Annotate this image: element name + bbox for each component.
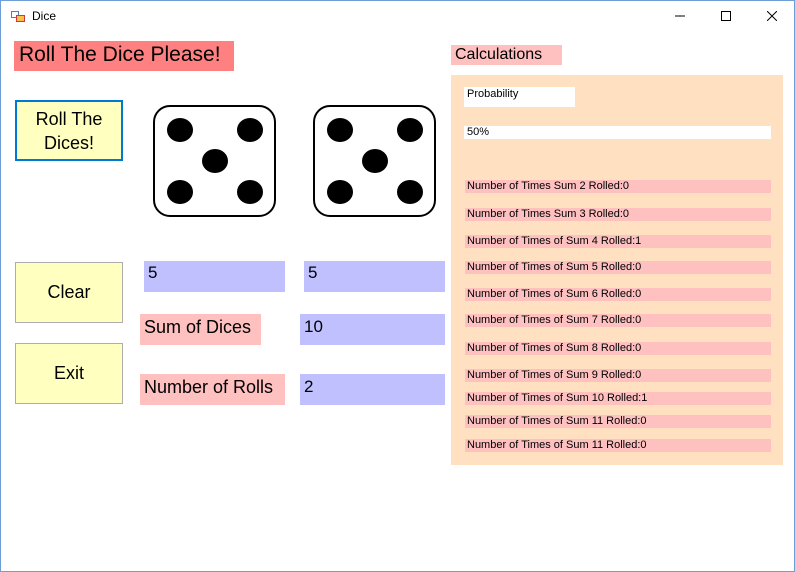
die-one-pip [237, 180, 263, 204]
sum-6-count: Number of Times of Sum 6 Rolled:0 [465, 288, 771, 301]
exit-button[interactable]: Exit [15, 343, 123, 404]
die-one-pip [167, 180, 193, 204]
sum-12-count: Number of Times of Sum 11 Rolled:0 [465, 439, 771, 452]
roll-dice-label: Roll The Dices! [35, 108, 103, 153]
close-button[interactable] [749, 1, 795, 31]
dice-window: Dice Roll The Dice Please! Roll The Dice… [0, 0, 795, 572]
die-two-pip [327, 118, 353, 142]
maximize-icon [721, 11, 731, 21]
sum-10-count: Number of Times of Sum 10 Rolled:1 [465, 392, 771, 405]
die-two-value: 5 [304, 261, 445, 292]
exit-label: Exit [53, 363, 84, 383]
die-one-pip [167, 118, 193, 142]
minimize-button[interactable] [657, 1, 703, 31]
sum-4-count: Number of Times of Sum 4 Rolled:1 [465, 235, 771, 248]
rolls-label: Number of Rolls [140, 374, 285, 405]
die-two-pip [397, 118, 423, 142]
close-icon [767, 11, 777, 21]
window-title: Dice [32, 9, 57, 23]
clear-button[interactable]: Clear [15, 262, 123, 323]
die-two-pip [327, 180, 353, 204]
title-bar[interactable]: Dice [1, 1, 794, 31]
sum-value: 10 [300, 314, 445, 345]
sum-2-count: Number of Times Sum 2 Rolled:0 [465, 180, 771, 193]
die-one [153, 105, 276, 217]
sum-7-count: Number of Times of Sum 7 Rolled:0 [465, 314, 771, 327]
sum-3-count: Number of Times Sum 3 Rolled:0 [465, 208, 771, 221]
die-one-pip [237, 118, 263, 142]
probability-value: 50% [464, 126, 771, 139]
die-one-pip [202, 149, 228, 173]
roll-dice-button[interactable]: Roll The Dices! [15, 100, 123, 161]
client-area: Roll The Dice Please! Roll The Dices! Cl… [1, 31, 794, 571]
calculations-title: Calculations [451, 45, 562, 65]
probability-label: Probability [464, 87, 575, 107]
die-one-value: 5 [144, 261, 285, 292]
sum-11-count: Number of Times of Sum 11 Rolled:0 [465, 415, 771, 428]
sum-5-count: Number of Times of Sum 5 Rolled:0 [465, 261, 771, 274]
app-icon [11, 11, 25, 22]
sum-label: Sum of Dices [140, 314, 261, 345]
die-two [313, 105, 436, 217]
die-two-pip [362, 149, 388, 173]
clear-label: Clear [47, 282, 91, 302]
die-two-pip [397, 180, 423, 204]
sum-8-count: Number of Times of Sum 8 Rolled:0 [465, 342, 771, 355]
maximize-button[interactable] [703, 1, 749, 31]
rolls-value: 2 [300, 374, 445, 405]
sum-9-count: Number of Times of Sum 9 Rolled:0 [465, 369, 771, 382]
minimize-icon [675, 15, 685, 17]
calculations-panel: Probability 50% Number of Times Sum 2 Ro… [451, 75, 783, 465]
page-title: Roll The Dice Please! [14, 41, 234, 71]
